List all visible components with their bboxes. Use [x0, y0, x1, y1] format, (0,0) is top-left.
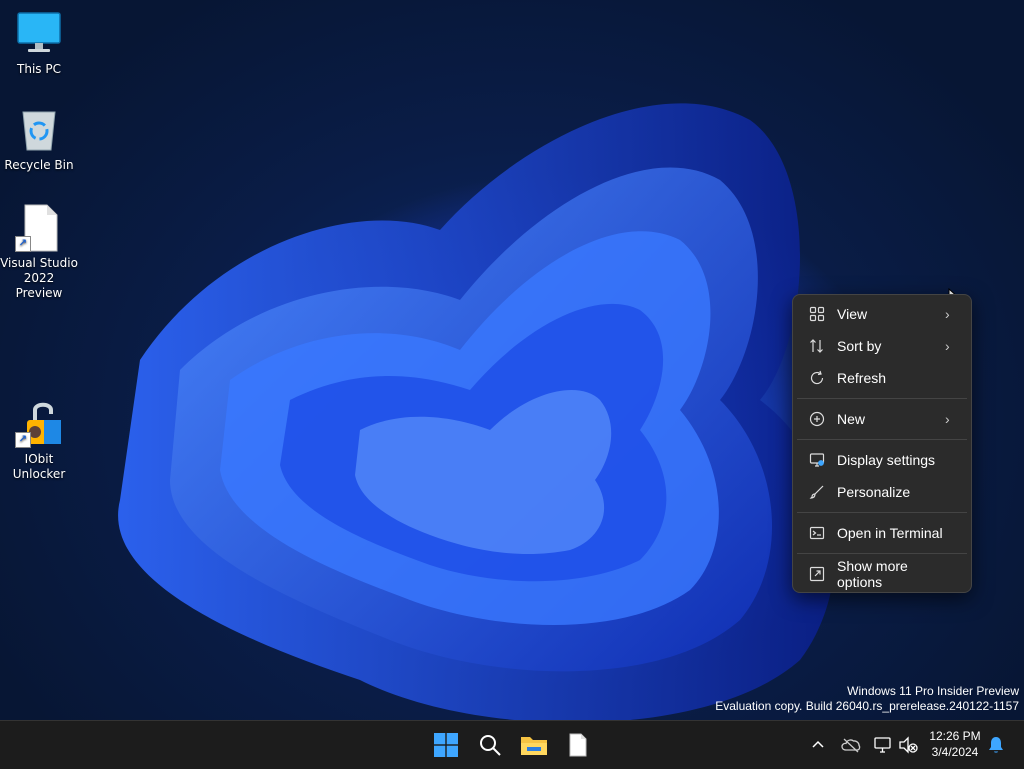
menu-item-label: Personalize [837, 484, 911, 500]
monitor-icon [15, 10, 63, 58]
menu-separator [797, 439, 967, 440]
chevron-right-icon: › [945, 411, 950, 427]
onedrive-tray-button[interactable] [839, 733, 863, 757]
show-hidden-icons-button[interactable] [806, 733, 830, 757]
document-icon: ↗ [15, 204, 63, 252]
desktop-icon-recycle-bin[interactable]: Recycle Bin [0, 106, 78, 173]
desktop-icon-label: Recycle Bin [4, 158, 74, 172]
view-grid-icon [807, 304, 827, 324]
clock-date: 3/4/2024 [931, 745, 979, 759]
notepad-button[interactable] [558, 725, 598, 765]
desktop[interactable]: This PC Recycle Bin ↗ Visual Studio 2022… [0, 0, 1024, 720]
chevron-right-icon: › [945, 338, 950, 354]
plus-circle-icon [807, 409, 827, 429]
taskbar: 12:26 PM 3/4/2024 [0, 720, 1024, 769]
folder-icon [521, 737, 547, 755]
menu-item-label: Refresh [837, 370, 887, 386]
menu-item-label: View [837, 306, 868, 322]
menu-item-display-settings[interactable]: Display settings [797, 445, 967, 475]
menu-item-refresh[interactable]: Refresh [797, 363, 967, 393]
desktop-icon-label: IObit Unlocker [12, 452, 66, 481]
menu-separator [797, 553, 967, 554]
network-icon [874, 737, 891, 753]
clock-time: 12:26 PM [929, 729, 981, 743]
evaluation-watermark: Windows 11 Pro Insider Preview Evaluatio… [715, 684, 1019, 714]
menu-item-show-more-options[interactable]: Show more options [797, 558, 967, 590]
desktop-icon-iobit-unlocker[interactable]: ↗ IObit Unlocker [0, 400, 78, 482]
start-button[interactable] [426, 725, 466, 765]
watermark-line-2: Evaluation copy. Build 26040.rs_prerelea… [715, 699, 1019, 713]
taskbar-clock[interactable]: 12:26 PM 3/4/2024 [920, 728, 990, 760]
shortcut-arrow-icon: ↗ [15, 432, 31, 448]
search-button[interactable] [470, 725, 510, 765]
bell-icon [989, 737, 1003, 753]
brush-icon [807, 482, 827, 502]
display-settings-icon [807, 450, 827, 470]
sort-icon [807, 336, 827, 356]
desktop-icon-visual-studio[interactable]: ↗ Visual Studio 2022 Preview [0, 204, 78, 301]
desktop-icon-label: This PC [17, 62, 61, 76]
recycle-bin-icon [15, 106, 63, 154]
search-icon [480, 735, 501, 756]
windows-logo-icon [434, 733, 458, 757]
menu-item-label: Sort by [837, 338, 882, 354]
menu-separator [797, 512, 967, 513]
menu-item-label: Display settings [837, 452, 936, 468]
menu-separator [797, 398, 967, 399]
watermark-line-1: Windows 11 Pro Insider Preview [847, 684, 1019, 698]
refresh-icon [807, 368, 827, 388]
menu-item-label: Open in Terminal [837, 525, 943, 541]
desktop-context-menu: View › Sort by › Refresh New › Display s… [792, 294, 972, 593]
desktop-icon-this-pc[interactable]: This PC [0, 10, 78, 77]
file-explorer-button[interactable] [514, 725, 554, 765]
desktop-icon-label: Visual Studio 2022 Preview [0, 256, 78, 300]
notifications-button[interactable] [984, 733, 1008, 757]
show-more-icon [807, 564, 827, 584]
terminal-icon [807, 523, 827, 543]
menu-item-sort-by[interactable]: Sort by › [797, 331, 967, 361]
menu-item-view[interactable]: View › [797, 299, 967, 329]
speaker-muted-icon [899, 736, 918, 754]
chevron-up-icon [812, 740, 824, 748]
menu-item-personalize[interactable]: Personalize [797, 477, 967, 507]
cloud-offline-icon [841, 738, 861, 753]
menu-item-open-in-terminal[interactable]: Open in Terminal [797, 518, 967, 548]
network-tray-button[interactable] [871, 733, 895, 757]
menu-item-label: New [837, 411, 866, 427]
menu-item-new[interactable]: New › [797, 404, 967, 434]
menu-item-label: Show more options [837, 558, 908, 590]
shortcut-arrow-icon: ↗ [15, 236, 31, 252]
unlock-padlock-icon: ↗ [15, 400, 63, 448]
chevron-right-icon: › [945, 306, 950, 322]
notepad-icon [569, 733, 587, 757]
volume-tray-button[interactable] [896, 733, 920, 757]
